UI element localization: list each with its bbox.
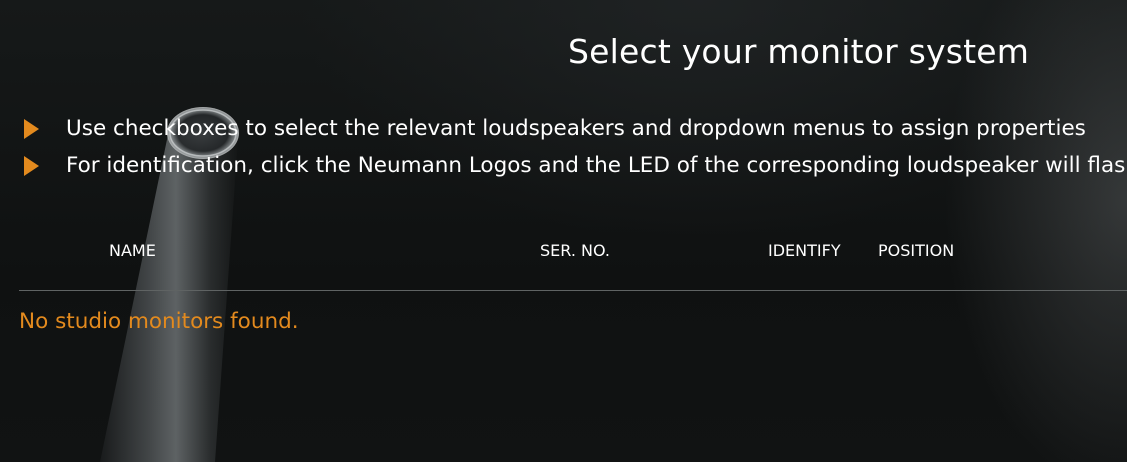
column-header-identify: IDENTIFY [768,241,841,260]
empty-state-message: No studio monitors found. [19,309,299,334]
column-header-name: NAME [109,241,156,260]
instruction-text: Use checkboxes to select the relevant lo… [66,116,1086,141]
page-title: Select your monitor system [568,32,1030,71]
instruction-item: For identification, click the Neumann Lo… [22,153,1127,178]
column-header-serial-number: SER. NO. [540,241,610,260]
table-header-divider [19,290,1127,291]
column-header-position: POSITION [878,241,955,260]
triangle-right-icon [24,118,39,139]
monitor-selection-panel: Select your monitor system Use checkboxe… [0,0,1127,462]
instruction-item: Use checkboxes to select the relevant lo… [22,116,1086,141]
triangle-right-icon [24,155,39,176]
instruction-text: For identification, click the Neumann Lo… [66,153,1127,178]
